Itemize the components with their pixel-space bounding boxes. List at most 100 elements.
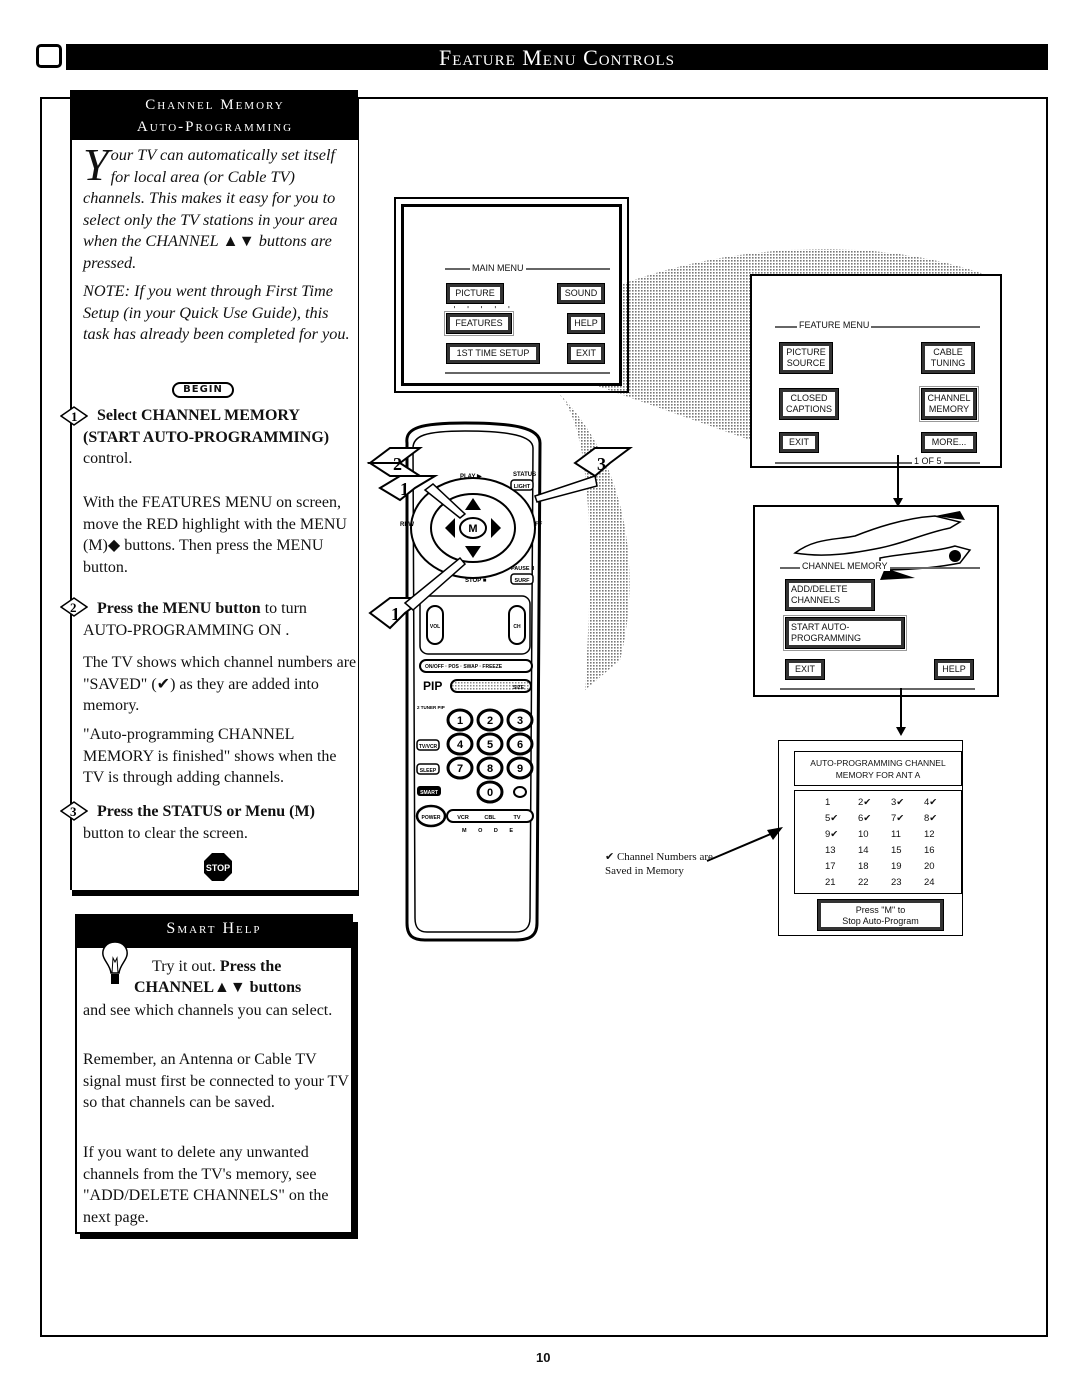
flow-arrow	[897, 455, 899, 500]
step-number: 2	[70, 600, 77, 615]
menu-button-picture[interactable]: PICTURE	[446, 283, 504, 304]
flow-arrow	[900, 688, 902, 728]
help-line1-bold: Press the	[219, 958, 282, 975]
stop-label: STOP ■	[465, 578, 487, 584]
step-3: Press the STATUS or Menu (M) button to c…	[83, 801, 358, 844]
m-label: M	[468, 523, 477, 535]
menu-button-channel-memory[interactable]: CHANNEL MEMORY	[921, 388, 977, 420]
main-menu-title: MAIN MENU	[470, 263, 526, 273]
lightbulb-icon	[100, 940, 130, 992]
feature-menu-title: FEATURE MENU	[797, 320, 872, 330]
menu-button-exit[interactable]: EXIT	[785, 659, 825, 680]
step-number: 1	[71, 409, 78, 424]
digit-label: 8	[487, 763, 493, 775]
step-3-bold: Press the STATUS or Menu (M)	[97, 803, 315, 820]
digit-label: 5	[487, 739, 493, 751]
channel-cell: 4✔	[924, 797, 938, 808]
size-label: SIZE	[513, 685, 525, 691]
digit-label: 3	[517, 715, 523, 727]
channel-cell: 13	[825, 845, 836, 856]
vcr-mode-label[interactable]: VCR	[457, 815, 469, 821]
channel-cell: 17	[825, 861, 836, 872]
channel-cell: 16	[924, 845, 935, 856]
small-round-button[interactable]	[513, 786, 527, 798]
channel-cell: 1	[825, 797, 831, 808]
digit-label: 4	[457, 739, 464, 751]
menu-button-first-time-setup[interactable]: 1ST TIME SETUP	[446, 343, 540, 364]
callout-number: 1	[391, 604, 400, 624]
step-2-detail-2: "Auto-programming CHANNEL MEMORY is fini…	[83, 726, 337, 786]
menu-button-more[interactable]: MORE...	[921, 432, 977, 453]
channel-cell: 12	[924, 829, 935, 840]
channel-cell: 23	[891, 877, 902, 888]
channel-cell: 19	[891, 861, 902, 872]
menu-button-cable-tuning[interactable]: CABLE TUNING	[921, 342, 975, 374]
pause-label: PAUSE II	[511, 566, 535, 572]
drop-cap: Y	[83, 139, 109, 190]
step-number: 3	[70, 804, 77, 819]
channel-cell: 22	[858, 877, 869, 888]
help-para-1: and see which channels you can select.	[83, 1002, 333, 1019]
channel-cell: 15	[891, 845, 902, 856]
menu-button-exit[interactable]: EXIT	[567, 343, 605, 364]
status-label: STATUS	[513, 472, 536, 478]
menu-button-help[interactable]: HELP	[934, 659, 974, 680]
tv-mode-label[interactable]: TV	[513, 815, 520, 821]
menu-button-picture-source[interactable]: PICTURE SOURCE	[779, 342, 833, 374]
press-line-1: Press "M" to	[855, 905, 906, 915]
channel-cell: 2✔	[858, 797, 872, 808]
menu-button-features[interactable]: FEATURES	[446, 313, 512, 334]
channel-cell: 7✔	[891, 813, 905, 824]
tv-screen-icon	[36, 44, 62, 68]
help-line1-plain: Try it out.	[152, 958, 216, 975]
stop-auto-program-prompt: Press "M" to Stop Auto-Program	[817, 899, 944, 931]
step-1: Select CHANNEL MEMORY (START AUTO-PROGRA…	[83, 405, 358, 470]
surf-label: SURF	[515, 578, 531, 584]
digit-label: 6	[517, 739, 523, 751]
channel-cell: 3✔	[891, 797, 905, 808]
note-paragraph: NOTE: If you went through First Time Set…	[83, 281, 350, 343]
ff-label: FF	[535, 522, 543, 528]
flow-arrow-head	[896, 727, 906, 736]
menu-button-help[interactable]: HELP	[567, 313, 605, 334]
channel-memory-title: CHANNEL MEMORY	[800, 561, 890, 571]
cbl-mode-label[interactable]: CBL	[484, 815, 496, 821]
pip-label: PIP	[423, 679, 442, 693]
mode-label: M O D E	[462, 828, 518, 834]
digit-label: 0	[487, 787, 493, 799]
digit-label: 2	[487, 715, 493, 727]
pip-controls-text: ON/OFF · POS · SWAP · FREEZE	[425, 664, 503, 670]
vol-label: VOL	[430, 624, 440, 630]
panel-title-line1: Channel Memory	[145, 97, 285, 113]
smart-label: SMART	[420, 790, 438, 796]
menu-button-start-auto-programming[interactable]: START AUTO-PROGRAMMING	[785, 617, 905, 649]
begin-badge: BEGIN	[172, 382, 234, 398]
menu-button-exit[interactable]: EXIT	[779, 432, 819, 453]
tv-vcr-label: TV/VCR	[419, 744, 438, 750]
channel-cell: 8✔	[924, 813, 938, 824]
rew-label: REW	[400, 522, 414, 528]
help-line-2: CHANNEL▲▼ buttons	[134, 977, 354, 999]
page-title: Feature Menu Controls	[66, 44, 1048, 70]
callout-number: 2	[393, 454, 402, 474]
channel-cell: 21	[825, 877, 836, 888]
channel-cell: 5✔	[825, 813, 839, 824]
page-indicator: 1 OF 5	[912, 456, 944, 466]
two-tuner-pip-label: 2 TUNER PIP	[417, 705, 445, 710]
menu-button-closed-captions[interactable]: CLOSED CAPTIONS	[779, 388, 839, 420]
stop-sign-icon: STOP	[203, 852, 233, 882]
menu-button-sound[interactable]: SOUND	[557, 283, 605, 304]
legend-pointer-arrow	[706, 827, 783, 862]
panel-title-line2: Auto-Programming	[136, 119, 294, 135]
help-para-2: Remember, an Antenna or Cable TV signal …	[83, 1051, 349, 1111]
digit-label: 1	[457, 715, 463, 727]
step-1-bold: Select CHANNEL MEMORY (START AUTO-PROGRA…	[83, 407, 330, 446]
callout-number: 1	[400, 479, 409, 499]
step-2-bold: Press the MENU button	[97, 600, 261, 617]
help-line-1: Try it out. Press the	[152, 956, 352, 978]
digit-label: 9	[517, 763, 523, 775]
step-1-detail: With the FEATURES MENU on screen, move t…	[83, 494, 347, 576]
channel-cell: 20	[924, 861, 935, 872]
digit-label: 7	[457, 763, 463, 775]
menu-button-add-delete[interactable]: ADD/DELETE CHANNELS	[785, 579, 875, 611]
